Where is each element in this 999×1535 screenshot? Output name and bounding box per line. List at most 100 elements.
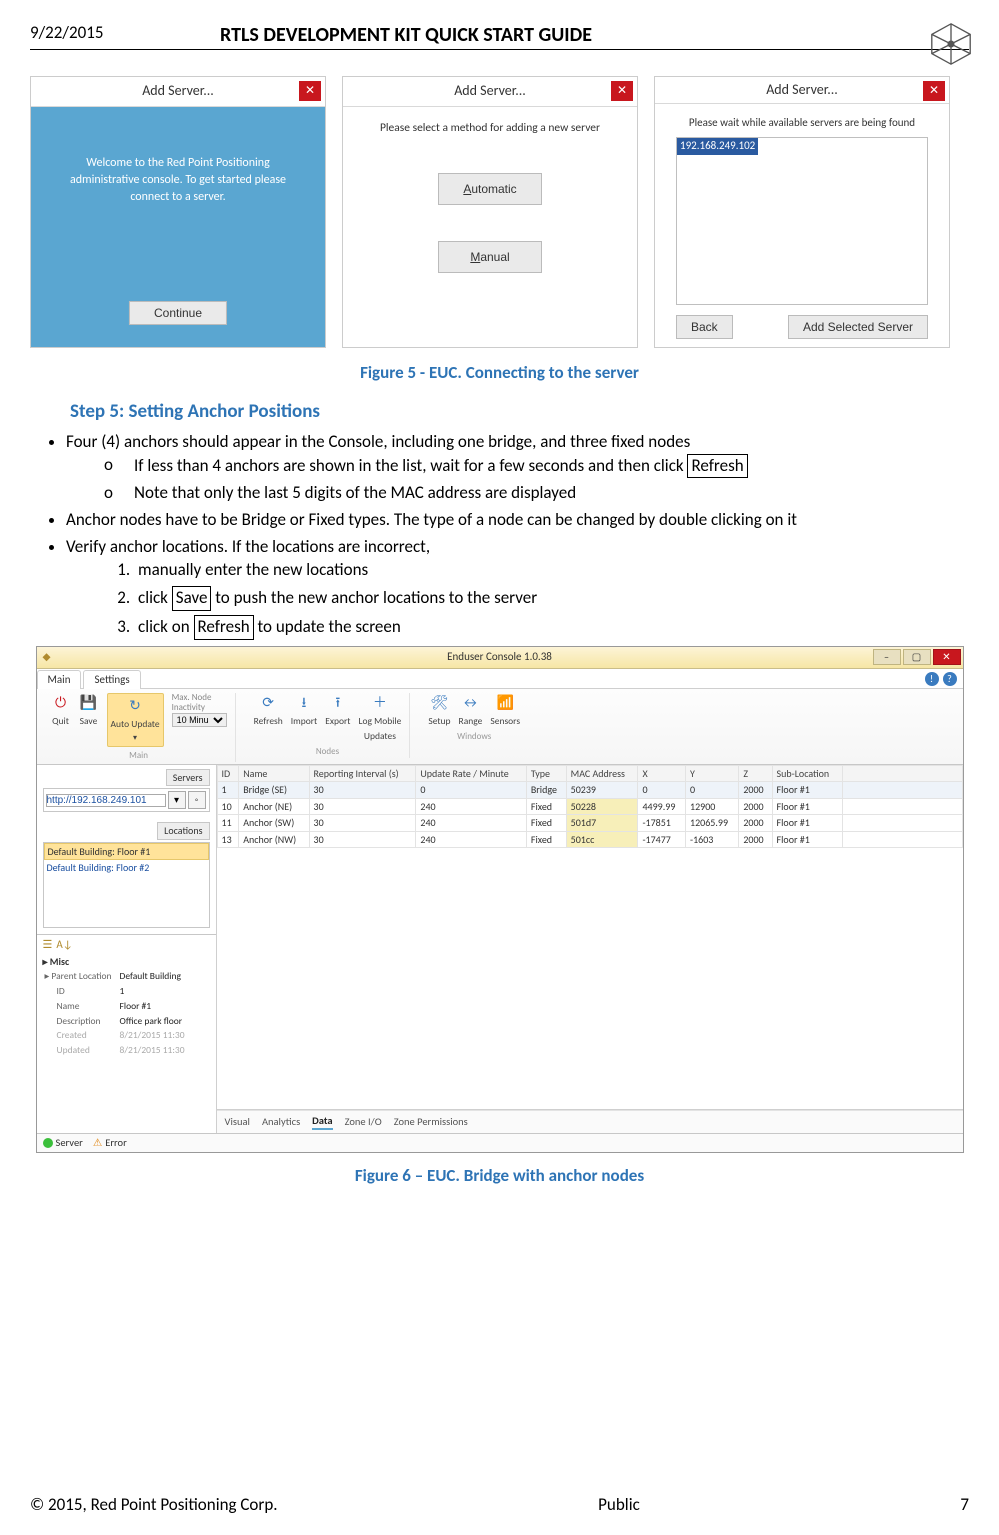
data-subtabs: Visual Analytics Data Zone I/O Zone Perm… <box>217 1110 963 1133</box>
back-button[interactable]: Back <box>676 315 733 339</box>
tab-main[interactable]: Main <box>37 670 82 689</box>
table-row[interactable]: 11Anchor (SW)30240Fixed501d7-1785112065.… <box>217 815 962 832</box>
export-button[interactable]: ⭱Export <box>325 693 350 728</box>
import-button[interactable]: ⭳Import <box>291 693 317 728</box>
servers-section-title: Servers <box>166 769 210 787</box>
subtab-zone-io[interactable]: Zone I/O <box>345 1115 382 1129</box>
properties-panel: ☰A↓ ▸ Misc ▸ Parent LocationDefault Buil… <box>37 934 216 1133</box>
table-row[interactable]: 13Anchor (NW)30240Fixed501cc-17477-16032… <box>217 831 962 848</box>
quit-button[interactable]: ⏻Quit <box>51 693 71 728</box>
table-row[interactable]: 1Bridge (SE)300Bridge50239002000Floor #1 <box>217 782 962 799</box>
max-node-select[interactable]: 10 Minu <box>172 713 227 727</box>
add-selected-server-button[interactable]: Add Selected Server <box>788 315 928 339</box>
footer-page-number: 7 <box>960 1494 969 1517</box>
refresh-icon: ↻ <box>125 696 145 716</box>
table-row[interactable]: 10Anchor (NE)30240Fixed502284499.9912900… <box>217 798 962 815</box>
range-button[interactable]: ↔Range <box>459 693 483 728</box>
tab-settings[interactable]: Settings <box>83 670 140 689</box>
close-icon[interactable]: ✕ <box>299 81 321 101</box>
location-item-floor1[interactable]: Default Building: Floor #1 <box>44 843 209 861</box>
document-header: 9/22/2015 RTLS DEVELOPMENT KIT QUICK STA… <box>30 22 969 50</box>
import-icon: ⭳ <box>294 693 314 713</box>
help-icon[interactable]: ? <box>943 672 957 686</box>
footer-classification: Public <box>598 1494 640 1517</box>
close-icon[interactable]: ✕ <box>933 649 961 665</box>
refresh-keyword: Refresh <box>687 454 747 479</box>
dialog-titlebar: Add Server... ✕ <box>31 77 325 107</box>
sensors-button[interactable]: 📶Sensors <box>490 693 520 728</box>
manual-button[interactable]: Manual <box>438 241 542 273</box>
subtab-zone-permissions[interactable]: Zone Permissions <box>394 1115 468 1129</box>
dialog-body: Welcome to the Red Point Positioning adm… <box>31 107 325 347</box>
add-server-dialog-found: Add Server... ✕ Please wait while availa… <box>654 76 950 348</box>
location-item-floor2[interactable]: Default Building: Floor #2 <box>44 860 209 876</box>
searching-message: Please wait while available servers are … <box>663 116 941 131</box>
dialog-body: Please select a method for adding a new … <box>343 107 637 347</box>
step-5-heading: Step 5: Setting Anchor Positions <box>70 399 969 425</box>
step-5-bullets: Four (4) anchors should appear in the Co… <box>66 431 969 641</box>
locations-section-title: Locations <box>157 822 209 840</box>
server-dropdown-button[interactable]: ▾ <box>168 791 186 809</box>
minimize-icon[interactable]: – <box>873 649 901 665</box>
dialog-titlebar: Add Server... ✕ <box>343 77 637 107</box>
automatic-button[interactable]: Automatic <box>438 173 542 205</box>
nodes-table[interactable]: ID Name Reporting Interval (s) Update Ra… <box>217 765 963 849</box>
save-keyword: Save <box>172 586 212 611</box>
export-icon: ⭱ <box>328 693 348 713</box>
continue-button[interactable]: Continue <box>129 301 227 325</box>
plus-icon: ＋ <box>370 693 390 713</box>
locations-list[interactable]: Default Building: Floor #1 Default Build… <box>43 842 210 928</box>
server-url-input[interactable] <box>46 794 166 807</box>
sort-az-icon[interactable]: A↓ <box>56 938 72 953</box>
auto-update-button[interactable]: ↻Auto Update▾ <box>107 693 164 747</box>
setup-button[interactable]: 🛠Setup <box>428 693 450 728</box>
server-list[interactable]: 192.168.249.102 <box>676 137 928 305</box>
subtab-visual[interactable]: Visual <box>225 1115 250 1129</box>
maximize-icon[interactable]: ▢ <box>903 649 931 665</box>
document-title: RTLS DEVELOPMENT KIT QUICK START GUIDE <box>200 22 969 49</box>
bullet-node-types: Anchor nodes have to be Bridge or Fixed … <box>66 509 969 532</box>
server-disconnect-button[interactable]: ◦ <box>188 791 206 809</box>
save-icon: 💾 <box>79 693 99 713</box>
ribbon-toolbar: ⏻Quit 💾Save ↻Auto Update▾ Max. Node Inac… <box>37 689 963 765</box>
subtab-analytics[interactable]: Analytics <box>262 1115 300 1129</box>
close-icon[interactable]: ✕ <box>611 81 633 101</box>
app-icon: ◆ <box>43 650 51 664</box>
status-ok-icon <box>43 1138 53 1148</box>
add-server-dialog-method: Add Server... ✕ Please select a method f… <box>342 76 638 348</box>
window-titlebar: ◆ Enduser Console 1.0.38 – ▢ ✕ <box>37 647 963 669</box>
save-button[interactable]: 💾Save <box>79 693 99 728</box>
dialog-title: Add Server... <box>142 82 214 101</box>
refresh-button[interactable]: ⟳Refresh <box>254 693 283 728</box>
range-icon: ↔ <box>460 693 480 713</box>
step-enter-locations: manually enter the new locations <box>134 559 969 582</box>
sub-bullet-refresh: If less than 4 anchors are shown in the … <box>104 454 969 479</box>
dialog-title: Add Server... <box>454 82 526 101</box>
method-prompt: Please select a method for adding a new … <box>380 121 600 137</box>
found-server-ip[interactable]: 192.168.249.102 <box>677 138 758 155</box>
ribbon-group-main: ⏻Quit 💾Save ↻Auto Update▾ Max. Node Inac… <box>43 693 236 762</box>
subtab-data[interactable]: Data <box>312 1114 332 1130</box>
figure-5-caption: Figure 5 - EUC. Connecting to the server <box>30 362 969 385</box>
max-node-inactivity: Max. Node Inactivity 10 Minu <box>172 693 227 727</box>
document-date: 9/22/2015 <box>30 22 200 45</box>
add-server-dialogs-row: Add Server... ✕ Welcome to the Red Point… <box>30 76 969 348</box>
dialog-title: Add Server... <box>766 81 838 100</box>
ribbon-tabs: Main Settings ! ? <box>37 669 963 689</box>
bullet-verify-locations: Verify anchor locations. If the location… <box>66 536 969 640</box>
add-server-dialog-welcome: Add Server... ✕ Welcome to the Red Point… <box>30 76 326 348</box>
refresh-icon: ⟳ <box>258 693 278 713</box>
welcome-message: Welcome to the Red Point Positioning adm… <box>39 115 317 205</box>
side-panel: Servers ▾ ◦ Locations Default Building: … <box>37 765 217 1133</box>
info-icon[interactable]: ! <box>925 672 939 686</box>
ribbon-group-label: Nodes <box>316 746 339 758</box>
log-mobile-updates-button[interactable]: ＋Log MobileUpdates <box>358 693 401 743</box>
quit-icon: ⏻ <box>51 693 71 713</box>
data-panel: ID Name Reporting Interval (s) Update Ra… <box>217 765 963 1133</box>
document-footer: © 2015, Red Point Positioning Corp. Publ… <box>30 1494 969 1517</box>
hexagon-logo-icon <box>927 20 975 75</box>
sort-icon[interactable]: ☰ <box>43 938 53 953</box>
dialog-body: Please wait while available servers are … <box>655 104 949 347</box>
status-bar: Server ⚠Error <box>37 1133 963 1152</box>
close-icon[interactable]: ✕ <box>923 81 945 101</box>
